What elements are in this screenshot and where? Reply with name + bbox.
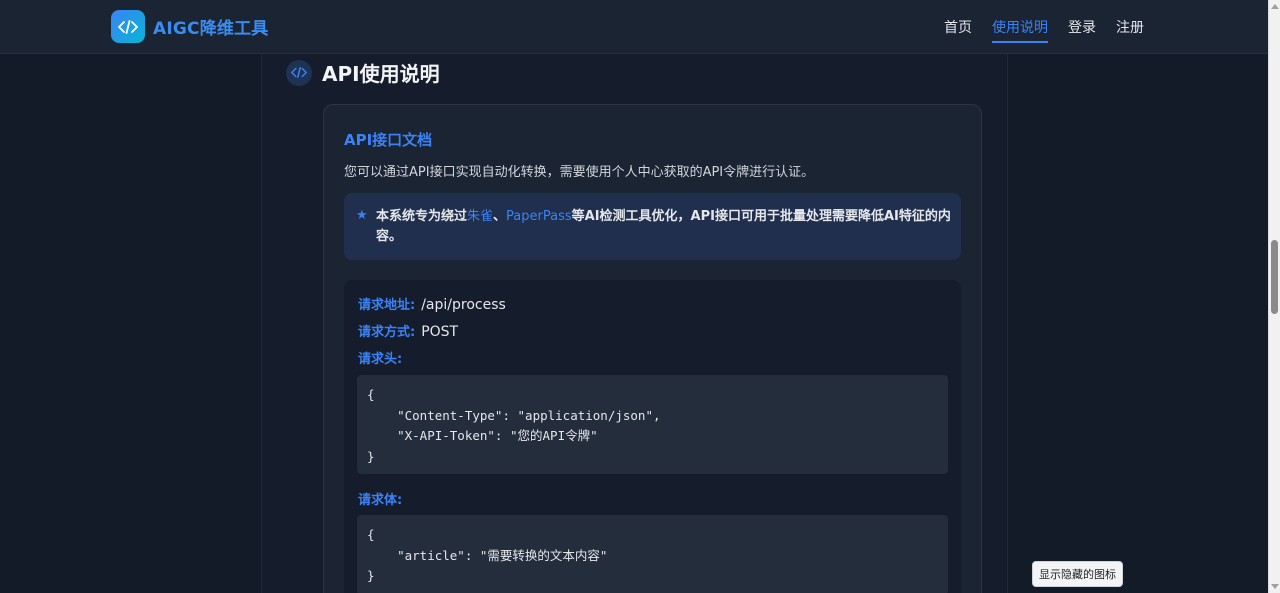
request-headers-label: 请求头: <box>358 352 403 367</box>
notice-box: ★ 本系统专为绕过朱雀、PaperPass等AI检测工具优化，API接口可用于批… <box>344 193 961 260</box>
request-spec: 请求地址: /api/process 请求方式: POST 请求头: { "Cont… <box>344 280 961 593</box>
code-icon <box>111 10 145 43</box>
request-method-row: 请求方式: POST <box>358 321 458 340</box>
api-doc-card: API接口文档 您可以通过API接口实现自动化转换，需要使用个人中心获取的API… <box>323 104 982 593</box>
nav-usage[interactable]: 使用说明 <box>992 17 1048 43</box>
notice-text: 本系统专为绕过朱雀、PaperPass等AI检测工具优化，API接口可用于批量处… <box>376 209 951 244</box>
scroll-thumb[interactable] <box>1271 240 1278 314</box>
highlight-zhuque: 朱雀 <box>467 209 494 224</box>
request-body-label: 请求体: <box>358 493 403 508</box>
body-code-block: { "article": "需要转换的文本内容" } <box>357 515 948 593</box>
brand[interactable]: AIGC降维工具 <box>111 10 269 43</box>
card-title: API接口文档 <box>344 131 433 149</box>
scroll-up-arrow-icon[interactable] <box>1271 4 1279 9</box>
scroll-down-arrow-icon[interactable] <box>1271 584 1279 589</box>
page: AIGC降维工具 首页 使用说明 登录 注册 API使用说明 API接口文档 您… <box>0 0 1280 593</box>
request-url-row: 请求地址: /api/process <box>358 294 506 313</box>
nav-home[interactable]: 首页 <box>944 17 972 43</box>
section-header: API使用说明 <box>286 58 440 87</box>
show-hidden-icons-button[interactable]: 显示隐藏的图标 <box>1032 561 1123 587</box>
star-icon: ★ <box>356 208 368 223</box>
request-headers-row: 请求头: <box>358 348 402 367</box>
highlight-paperpass: PaperPass <box>506 209 572 224</box>
request-method-value: POST <box>421 324 459 340</box>
code-icon <box>286 59 312 86</box>
main-nav: 首页 使用说明 登录 注册 <box>944 17 1144 43</box>
vertical-scrollbar[interactable] <box>1268 0 1280 593</box>
request-url-value: /api/process <box>421 297 506 313</box>
request-method-label: 请求方式: <box>358 325 416 340</box>
headers-code-block: { "Content-Type": "application/json", "X… <box>357 375 948 474</box>
brand-name: AIGC降维工具 <box>153 19 269 39</box>
section-title: API使用说明 <box>322 62 440 86</box>
request-url-label: 请求地址: <box>358 298 416 313</box>
top-navbar: AIGC降维工具 首页 使用说明 登录 注册 <box>0 0 1268 54</box>
request-body-row: 请求体: <box>358 489 402 508</box>
nav-register[interactable]: 注册 <box>1116 17 1144 43</box>
nav-login[interactable]: 登录 <box>1068 17 1096 43</box>
card-intro: 您可以通过API接口实现自动化转换，需要使用个人中心获取的API令牌进行认证。 <box>344 165 815 180</box>
